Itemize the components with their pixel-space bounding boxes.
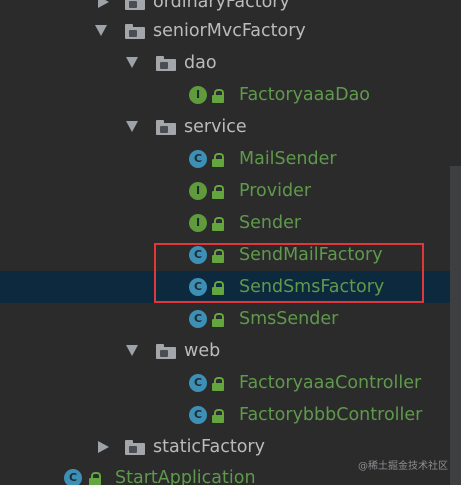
tree-label: MailSender	[239, 149, 337, 169]
tree-row-MailSender[interactable]: C MailSender	[0, 143, 461, 175]
tree-label: SmsSender	[239, 309, 339, 329]
folder-icon	[125, 24, 145, 39]
tree-row-service[interactable]: service	[0, 111, 461, 143]
collapsed-arrow-icon[interactable]	[98, 0, 109, 8]
tree-label: seniorMvcFactory	[153, 21, 306, 41]
tree-label: service	[184, 117, 247, 137]
interface-icon: I	[189, 86, 207, 104]
folder-icon	[156, 344, 176, 359]
lock-icon	[212, 313, 224, 327]
class-icon: C	[189, 406, 207, 424]
expanded-arrow-icon[interactable]	[126, 345, 138, 356]
highlight-annotation-box	[154, 243, 424, 303]
tree-row-Provider[interactable]: I Provider	[0, 175, 461, 207]
interface-icon: I	[189, 182, 207, 200]
tree-label: FactoryaaaDao	[239, 85, 371, 105]
watermark-text: @稀土掘金技术社区	[358, 461, 448, 472]
project-tree-panel: ordinaryFactory seniorMvcFactory dao I F…	[0, 0, 461, 485]
tree-row-SmsSender[interactable]: C SmsSender	[0, 303, 461, 335]
lock-icon	[212, 217, 224, 231]
folder-icon	[156, 56, 176, 71]
tree-label: StartApplication	[115, 468, 256, 485]
expanded-arrow-icon[interactable]	[95, 25, 107, 36]
tree-label: web	[184, 341, 221, 361]
lock-icon	[212, 153, 224, 167]
tree-label: ordinaryFactory	[153, 0, 290, 12]
lock-icon	[212, 409, 224, 423]
tree-label: FactoryaaaController	[239, 373, 422, 393]
tree-row-dao[interactable]: dao	[0, 47, 461, 79]
tree-row-FactorybbbController[interactable]: C FactorybbbController	[0, 399, 461, 431]
tree-row-seniorMvcFactory[interactable]: seniorMvcFactory	[0, 15, 461, 47]
tree-row-web[interactable]: web	[0, 335, 461, 367]
lock-icon	[212, 377, 224, 391]
collapsed-arrow-icon[interactable]	[98, 441, 109, 453]
lock-icon	[212, 89, 224, 103]
tree-label: Provider	[239, 181, 312, 201]
class-icon: C	[189, 310, 207, 328]
spring-application-icon: C	[64, 469, 82, 485]
vertical-scrollbar[interactable]	[450, 166, 461, 485]
folder-icon	[125, 0, 145, 10]
tree-label: Sender	[239, 213, 302, 233]
tree-label: FactorybbbController	[239, 405, 423, 425]
tree-row-FactoryaaaDao[interactable]: I FactoryaaaDao	[0, 79, 461, 111]
expanded-arrow-icon[interactable]	[126, 57, 138, 68]
lock-icon	[89, 472, 101, 485]
tree-label: staticFactory	[153, 437, 265, 457]
tree-label: dao	[184, 53, 217, 73]
class-icon: C	[189, 150, 207, 168]
class-icon: C	[189, 374, 207, 392]
lock-icon	[212, 185, 224, 199]
folder-icon	[125, 440, 145, 455]
interface-icon: I	[189, 214, 207, 232]
expanded-arrow-icon[interactable]	[126, 121, 138, 132]
tree-row-FactoryaaaController[interactable]: C FactoryaaaController	[0, 367, 461, 399]
tree-row-Sender[interactable]: I Sender	[0, 207, 461, 239]
folder-icon	[156, 120, 176, 135]
